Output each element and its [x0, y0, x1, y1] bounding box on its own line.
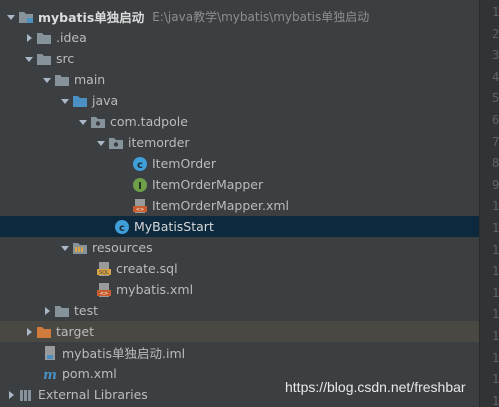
class-icon: c — [132, 156, 148, 172]
folder-icon — [54, 72, 70, 88]
chevron-right-icon[interactable] — [22, 321, 36, 342]
xml-file-icon: <> — [96, 282, 112, 298]
line-number: 8 — [492, 156, 499, 171]
svg-text:<>: <> — [100, 291, 108, 297]
mybatis-xml-label: mybatis.xml — [116, 282, 194, 297]
line-number: 10 — [492, 199, 499, 214]
resources-folder-label: resources — [92, 240, 153, 255]
line-number: 3 — [492, 48, 499, 63]
chevron-down-icon[interactable] — [58, 237, 72, 258]
line-number: 16 — [492, 329, 499, 343]
excluded-folder-icon — [36, 324, 52, 340]
tree-row-iml[interactable]: mybatis单独启动.iml — [0, 342, 479, 363]
svg-text:m: m — [43, 368, 57, 382]
folder-icon — [36, 51, 52, 67]
test-folder-label: test — [74, 303, 99, 318]
chevron-right-icon[interactable] — [4, 384, 18, 405]
tree-row-target[interactable]: target — [0, 321, 479, 342]
subpackage-label: itemorder — [128, 135, 190, 150]
tree-row-package[interactable]: com.tadpole — [0, 111, 479, 132]
svg-text:c: c — [137, 160, 143, 171]
folder-icon — [36, 30, 52, 46]
src-folder-label: src — [56, 51, 75, 66]
tree-row-mybatis-start[interactable]: c MyBatisStart — [0, 216, 479, 237]
mybatis-start-label: MyBatisStart — [134, 219, 214, 234]
pom-file-label: pom.xml — [62, 366, 117, 381]
line-number: 12 — [492, 242, 499, 257]
line-number: 18 — [492, 372, 499, 387]
line-number: 9 — [492, 177, 499, 192]
item-order-label: ItemOrder — [152, 156, 216, 171]
tree-row-src[interactable]: src — [0, 48, 479, 69]
chevron-down-icon[interactable] — [94, 132, 108, 153]
tree-row-java[interactable]: java — [0, 90, 479, 111]
iml-file-icon — [42, 345, 58, 361]
chevron-right-icon[interactable] — [22, 27, 36, 48]
create-sql-label: create.sql — [116, 261, 178, 276]
target-folder-label: target — [56, 324, 95, 339]
tree-row-test[interactable]: test — [0, 300, 479, 321]
tree-row-idea[interactable]: .idea — [0, 27, 479, 48]
xml-file-icon: <> — [132, 198, 148, 214]
svg-text:SQL: SQL — [99, 270, 109, 276]
project-path: E:\java教学\mybatis\mybatis单独启动 — [152, 10, 370, 24]
libraries-icon — [18, 387, 34, 403]
tree-row-item-order-mapper-xml[interactable]: <> ItemOrderMapper.xml — [0, 195, 479, 216]
folder-icon — [54, 303, 70, 319]
class-icon: c — [114, 219, 130, 235]
line-number: 7 — [492, 134, 499, 149]
editor-line-number-gutter: 12345678910111213141516171819 — [479, 0, 499, 407]
tree-row-mybatis-xml[interactable]: <> mybatis.xml — [0, 279, 479, 300]
line-number: 17 — [492, 350, 499, 365]
line-number: 14 — [492, 285, 499, 300]
package-icon — [108, 135, 124, 151]
external-libraries-label: External Libraries — [38, 387, 148, 402]
line-number: 1 — [492, 5, 499, 19]
sql-file-icon: SQL — [96, 261, 112, 277]
line-number: 13 — [492, 264, 499, 279]
line-number: 2 — [492, 26, 499, 41]
line-number: 11 — [492, 221, 499, 235]
iml-file-label: mybatis单独启动.iml — [62, 346, 186, 361]
resources-folder-icon — [72, 240, 88, 256]
watermark-text: https://blog.csdn.net/freshbar — [285, 379, 466, 395]
line-number: 15 — [492, 307, 499, 322]
tree-row-resources[interactable]: resources — [0, 237, 479, 258]
line-number: 5 — [492, 91, 499, 106]
item-order-mapper-xml-label: ItemOrderMapper.xml — [152, 198, 289, 213]
line-number: 4 — [492, 69, 499, 84]
item-order-mapper-label: ItemOrderMapper — [152, 177, 264, 192]
tree-row-subpackage[interactable]: itemorder — [0, 132, 479, 153]
tree-row-project-root[interactable]: mybatis单独启动 E:\java教学\mybatis\mybatis单独启… — [0, 6, 479, 27]
tree-row-main[interactable]: main — [0, 69, 479, 90]
chevron-down-icon[interactable] — [58, 90, 72, 111]
java-folder-label: java — [92, 93, 119, 108]
svg-text:c: c — [119, 223, 125, 234]
line-number: 19 — [492, 393, 499, 407]
svg-text:<>: <> — [136, 207, 144, 213]
tree-row-create-sql[interactable]: SQL create.sql — [0, 258, 479, 279]
interface-icon: I — [132, 177, 148, 193]
project-tree: mybatis单独启动 E:\java教学\mybatis\mybatis单独启… — [0, 0, 479, 407]
chevron-down-icon[interactable] — [76, 111, 90, 132]
chevron-down-icon[interactable] — [40, 69, 54, 90]
package-label: com.tadpole — [110, 114, 188, 129]
chevron-down-icon[interactable] — [4, 6, 18, 27]
package-icon — [90, 114, 106, 130]
chevron-down-icon[interactable] — [22, 48, 36, 69]
module-folder-icon — [18, 9, 34, 25]
tree-row-item-order[interactable]: c ItemOrder — [0, 153, 479, 174]
tree-row-item-order-mapper[interactable]: I ItemOrderMapper — [0, 174, 479, 195]
svg-text:I: I — [138, 181, 142, 192]
maven-icon: m — [42, 366, 58, 382]
project-name: mybatis单独启动 — [38, 10, 145, 25]
main-folder-label: main — [74, 72, 106, 87]
idea-folder-label: .idea — [56, 30, 87, 45]
chevron-right-icon[interactable] — [40, 300, 54, 321]
source-folder-icon — [72, 93, 88, 109]
line-number: 6 — [492, 113, 499, 127]
